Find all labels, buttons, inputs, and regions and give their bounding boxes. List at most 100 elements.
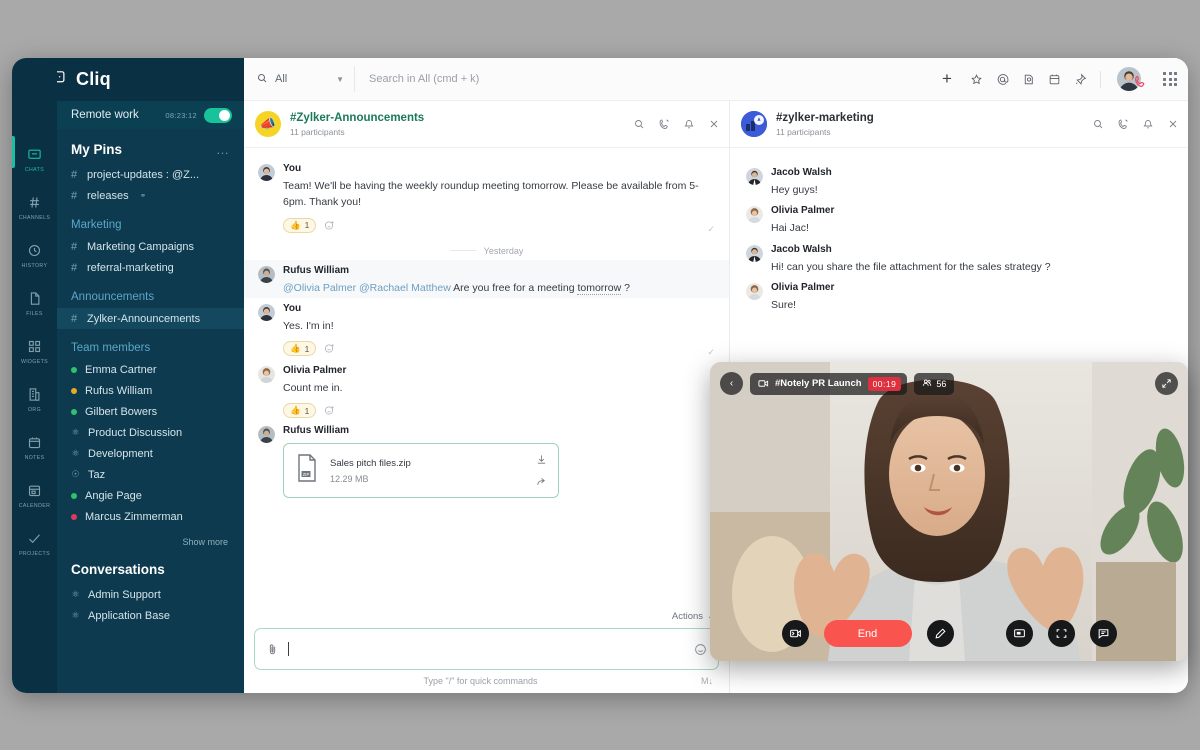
sidebar-item-application-base[interactable]: ⚛ Application Base	[57, 605, 244, 626]
reaction-chip[interactable]: 👍 1	[283, 403, 317, 419]
sidebar-item-taz[interactable]: ☉ Taz	[57, 464, 244, 485]
sidebar-item-label: Zylker-Announcements	[87, 312, 201, 325]
rail-item-widgets[interactable]: WIDGETS	[12, 332, 57, 371]
message-body: Olivia Palmer Count me in. 👍 1	[283, 365, 715, 419]
forward-icon[interactable]	[536, 476, 547, 487]
sidebar-item-emma-cartner[interactable]: Emma Cartner	[57, 359, 244, 380]
message-item: Rufus William ZIP Sales pitch files.zip …	[244, 420, 729, 500]
end-call-button[interactable]: End	[823, 620, 912, 647]
rail-item-chats[interactable]: CHATS	[12, 136, 57, 179]
rail-item-org[interactable]: ORG	[12, 380, 57, 419]
message-list[interactable]: You Team! We'll be having the weekly rou…	[244, 148, 729, 608]
show-more-button[interactable]: Show more	[57, 527, 244, 549]
thumbs-up-icon: 👍	[290, 219, 301, 230]
sidebar-item-marketing-campaigns[interactable]: # Marketing Campaigns	[57, 236, 244, 257]
participants-pill[interactable]: 56	[914, 372, 955, 395]
add-reaction-icon[interactable]	[324, 220, 335, 231]
announcements-section-title: Announcements	[71, 291, 155, 303]
actions-dropdown[interactable]: Actions ⌄	[254, 608, 719, 628]
close-icon[interactable]	[708, 118, 720, 130]
expand-icon[interactable]	[1155, 372, 1178, 395]
call-icon[interactable]	[658, 118, 670, 130]
message-author: Jacob Walsh	[771, 243, 832, 255]
message-body: Rufus William ZIP Sales pitch files.zip …	[283, 425, 715, 499]
sidebar-item-project-updates[interactable]: # project-updates : @Z...	[57, 164, 244, 185]
rail-label: PROJECTS	[19, 551, 50, 557]
sidebar-item-zylker-announcements[interactable]: # Zylker-Announcements	[57, 308, 244, 329]
rail-item-files[interactable]: FILES	[12, 284, 57, 323]
download-icon[interactable]	[536, 454, 547, 465]
reaction-bar: 👍 1	[283, 341, 715, 357]
switch-camera-icon[interactable]	[781, 620, 809, 647]
channel-participants: 11 participants	[290, 126, 345, 137]
mention-olivia-palmer[interactable]: @Olivia Palmer	[283, 282, 356, 294]
search-icon[interactable]	[633, 118, 645, 130]
sidebar-item-gilbert-bowers[interactable]: Gilbert Bowers	[57, 401, 244, 422]
sidebar-scroll[interactable]: My Pins … # project-updates : @Z... # re…	[57, 129, 244, 693]
my-pins-more-button[interactable]: …	[216, 142, 230, 157]
pane-actions	[1092, 118, 1179, 130]
chevron-left-icon[interactable]: ‹	[720, 372, 743, 395]
rail-label: FILES	[26, 311, 43, 317]
reaction-chip[interactable]: 👍 1	[283, 217, 317, 233]
sidebar-item-label: Development	[88, 447, 153, 460]
sidebar-item-admin-support[interactable]: ⚛ Admin Support	[57, 584, 244, 605]
sidebar-item-angie-page[interactable]: Angie Page	[57, 485, 244, 506]
hash-icon: #	[71, 168, 78, 181]
add-reaction-icon[interactable]	[324, 343, 335, 354]
day-separator-label: Yesterday	[483, 245, 524, 256]
search-scope-dropdown[interactable]: All ▼	[244, 72, 354, 87]
bell-icon[interactable]	[1142, 118, 1154, 130]
sidebar-item-releases[interactable]: # releases ⚭	[57, 185, 244, 206]
message-body: Olivia Palmer Sure!	[771, 282, 1174, 313]
mention-at-icon[interactable]	[996, 73, 1009, 86]
marketing-section-title: Marketing	[71, 219, 122, 231]
message-text-part: Are you free for a meeting	[450, 281, 578, 294]
screen-share-icon[interactable]	[1005, 620, 1033, 647]
avatar	[746, 244, 763, 262]
rail-item-history[interactable]: HISTORY	[12, 236, 57, 275]
emoji-icon[interactable]	[694, 643, 707, 656]
sidebar-item-label: releases	[87, 189, 129, 202]
group-icon: ⚛	[71, 427, 80, 437]
sidebar-item-rufus-william[interactable]: Rufus William	[57, 380, 244, 401]
message-author: Rufus William	[283, 425, 350, 437]
fullscreen-icon[interactable]	[1047, 620, 1075, 647]
star-icon[interactable]	[970, 73, 983, 86]
reaction-chip[interactable]: 👍 1	[283, 341, 317, 357]
status-toggle[interactable]	[204, 107, 232, 123]
chat-bubble-icon[interactable]	[1089, 620, 1117, 647]
reminder-icon[interactable]	[1022, 73, 1035, 86]
message-text: Yes. I'm in!	[283, 319, 334, 332]
apps-grid-icon[interactable]	[1163, 72, 1177, 86]
video-call-window[interactable]: ‹ #Notely PR Launch 00:19 56 End	[710, 362, 1188, 661]
paperclip-icon[interactable]	[266, 642, 279, 657]
add-reaction-icon[interactable]	[324, 405, 335, 416]
pane-header: 📣 #Zylker-Announcements 11 participants	[244, 101, 729, 148]
message-item: You Yes. I'm in! 👍 1 ✓	[244, 298, 729, 360]
calendar-icon[interactable]	[1048, 73, 1061, 86]
rail-item-notes[interactable]: NOTES	[12, 428, 57, 467]
sidebar-item-referral-marketing[interactable]: # referral-marketing	[57, 257, 244, 278]
video-feed	[710, 362, 1188, 661]
avatar[interactable]	[1117, 67, 1145, 91]
search-icon[interactable]	[1092, 118, 1104, 130]
rail-item-projects[interactable]: PROJECTS	[12, 524, 57, 563]
message-body: Jacob Walsh Hi! can you share the file a…	[771, 244, 1174, 275]
pin-icon[interactable]	[1074, 72, 1087, 86]
new-chat-button[interactable]: +	[934, 66, 960, 92]
search-input[interactable]: Search in All (cmd + k)	[354, 66, 924, 92]
close-icon[interactable]	[1167, 118, 1179, 130]
annotate-pen-icon[interactable]	[926, 620, 954, 647]
file-size: 12.29 MB	[330, 473, 369, 484]
sidebar-item-development[interactable]: ⚛ Development	[57, 443, 244, 464]
sidebar-item-marcus-zimmerman[interactable]: Marcus Zimmerman	[57, 506, 244, 527]
file-attachment-card[interactable]: ZIP Sales pitch files.zip 12.29 MB	[283, 443, 559, 499]
rail-item-channels[interactable]: CHANNELS	[12, 188, 57, 227]
bell-icon[interactable]	[683, 118, 695, 130]
sidebar-item-product-discussion[interactable]: ⚛ Product Discussion	[57, 422, 244, 443]
message-composer[interactable]	[254, 628, 719, 670]
mention-rachael-matthew[interactable]: @Rachael Matthew	[359, 282, 451, 294]
rail-item-calendar[interactable]: CALENDER	[12, 476, 57, 515]
call-icon[interactable]	[1117, 118, 1129, 130]
